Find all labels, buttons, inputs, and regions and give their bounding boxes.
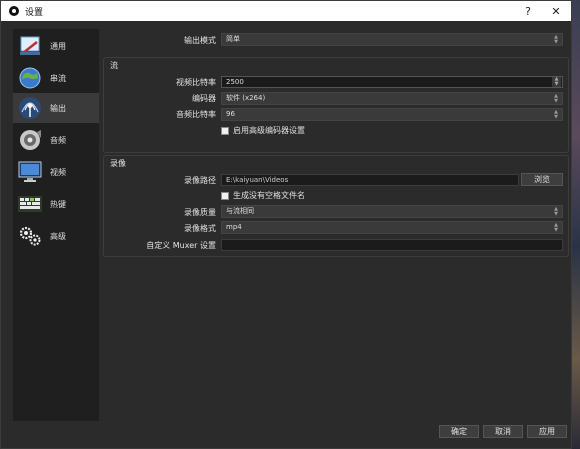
output-mode-value: 简单	[226, 35, 240, 43]
no-space-filename-checkbox[interactable]: 生成没有空格文件名	[221, 190, 305, 201]
monitor-icon	[16, 159, 44, 185]
encoder-value: 软件 (x264)	[226, 94, 266, 102]
checkbox-box[interactable]	[221, 191, 229, 200]
spinner-arrows-icon: ▲ ▼	[554, 34, 558, 45]
spinner-arrows-icon[interactable]: ▲ ▼	[552, 77, 561, 87]
recording-group-title: 录像	[110, 159, 126, 168]
checkbox-box[interactable]	[221, 126, 229, 135]
recording-path-value: E:\kaiyuan\Videos	[226, 176, 289, 184]
spinner-arrows-icon: ▲ ▼	[554, 206, 558, 217]
close-button[interactable]: ✕	[543, 1, 569, 21]
recording-format-value: mp4	[226, 223, 242, 231]
keyboard-icon	[16, 191, 44, 217]
spinner-arrows-icon: ▲ ▼	[554, 109, 558, 120]
sidebar-item-label: 音频	[50, 135, 66, 145]
speaker-icon	[16, 127, 44, 153]
apply-button[interactable]: 应用	[527, 425, 567, 438]
muxer-settings-input[interactable]	[221, 239, 563, 251]
recording-format-label: 录像格式	[184, 224, 216, 233]
sidebar-item-label: 高级	[50, 231, 66, 241]
audio-bitrate-label: 音频比特率	[176, 110, 216, 119]
desktop-background	[572, 0, 580, 449]
sidebar-item-label: 热键	[50, 199, 66, 209]
audio-bitrate-select[interactable]: 96 ▲ ▼	[221, 108, 563, 121]
sidebar-item-output[interactable]: 输出	[13, 93, 99, 123]
help-button[interactable]: ?	[515, 1, 541, 21]
sidebar-item-audio[interactable]: 音频	[13, 125, 99, 155]
sidebar-item-stream[interactable]: 串流	[13, 63, 99, 93]
recording-quality-value: 与流相同	[226, 207, 254, 215]
sidebar-item-video[interactable]: 视频	[13, 157, 99, 187]
video-bitrate-input[interactable]: 2500 ▲ ▼	[221, 76, 563, 88]
settings-window: 设置 ? ✕ 通用 串流 输出 音频 视频 热键 高级 输出模式 简单 ▲ ▼ …	[0, 0, 572, 449]
video-bitrate-value: 2500	[226, 78, 244, 86]
browse-button[interactable]: 浏览	[521, 173, 563, 186]
spinner-arrows-icon: ▲ ▼	[554, 222, 558, 233]
video-bitrate-label: 视频比特率	[176, 78, 216, 87]
recording-path-label: 录像路径	[184, 176, 216, 185]
output-mode-label: 输出模式	[184, 36, 216, 45]
window-title: 设置	[25, 7, 44, 18]
settings-sidebar: 通用 串流 输出 音频 视频 热键 高级	[13, 29, 99, 421]
output-mode-select[interactable]: 简单 ▲ ▼	[221, 33, 563, 46]
obs-logo-icon	[9, 6, 19, 16]
broadcast-icon	[16, 95, 44, 121]
gears-icon	[16, 223, 44, 249]
ok-button[interactable]: 确定	[439, 425, 479, 438]
advanced-encoder-checkbox-label: 启用高级编码器设置	[233, 126, 305, 135]
no-space-filename-checkbox-label: 生成没有空格文件名	[233, 191, 305, 200]
cancel-button[interactable]: 取消	[483, 425, 523, 438]
wrench-icon	[16, 33, 44, 59]
recording-quality-select[interactable]: 与流相同 ▲ ▼	[221, 205, 563, 218]
sidebar-item-label: 输出	[50, 103, 66, 113]
globe-icon	[16, 65, 44, 91]
encoder-label: 编码器	[192, 94, 216, 103]
output-settings-panel: 输出模式 简单 ▲ ▼ 流 视频比特率 2500 ▲ ▼ 编码器 软件 (x264)…	[103, 29, 569, 421]
sidebar-item-label: 视频	[50, 167, 66, 177]
streaming-group-title: 流	[110, 61, 118, 70]
advanced-encoder-checkbox[interactable]: 启用高级编码器设置	[221, 125, 305, 136]
streaming-group	[103, 57, 569, 153]
sidebar-item-label: 串流	[50, 73, 66, 83]
sidebar-item-hotkeys[interactable]: 热键	[13, 189, 99, 219]
sidebar-item-label: 通用	[50, 41, 66, 51]
encoder-select[interactable]: 软件 (x264) ▲ ▼	[221, 92, 563, 105]
muxer-settings-label: 自定义 Muxer 设置	[146, 241, 216, 250]
spinner-arrows-icon: ▲ ▼	[554, 93, 558, 104]
title-bar: 设置 ? ✕	[1, 1, 571, 21]
sidebar-item-advanced[interactable]: 高级	[13, 221, 99, 251]
audio-bitrate-value: 96	[226, 110, 235, 118]
recording-format-select[interactable]: mp4 ▲ ▼	[221, 221, 563, 234]
sidebar-item-general[interactable]: 通用	[13, 31, 99, 61]
recording-quality-label: 录像质量	[184, 208, 216, 217]
recording-path-input[interactable]: E:\kaiyuan\Videos	[221, 174, 519, 186]
